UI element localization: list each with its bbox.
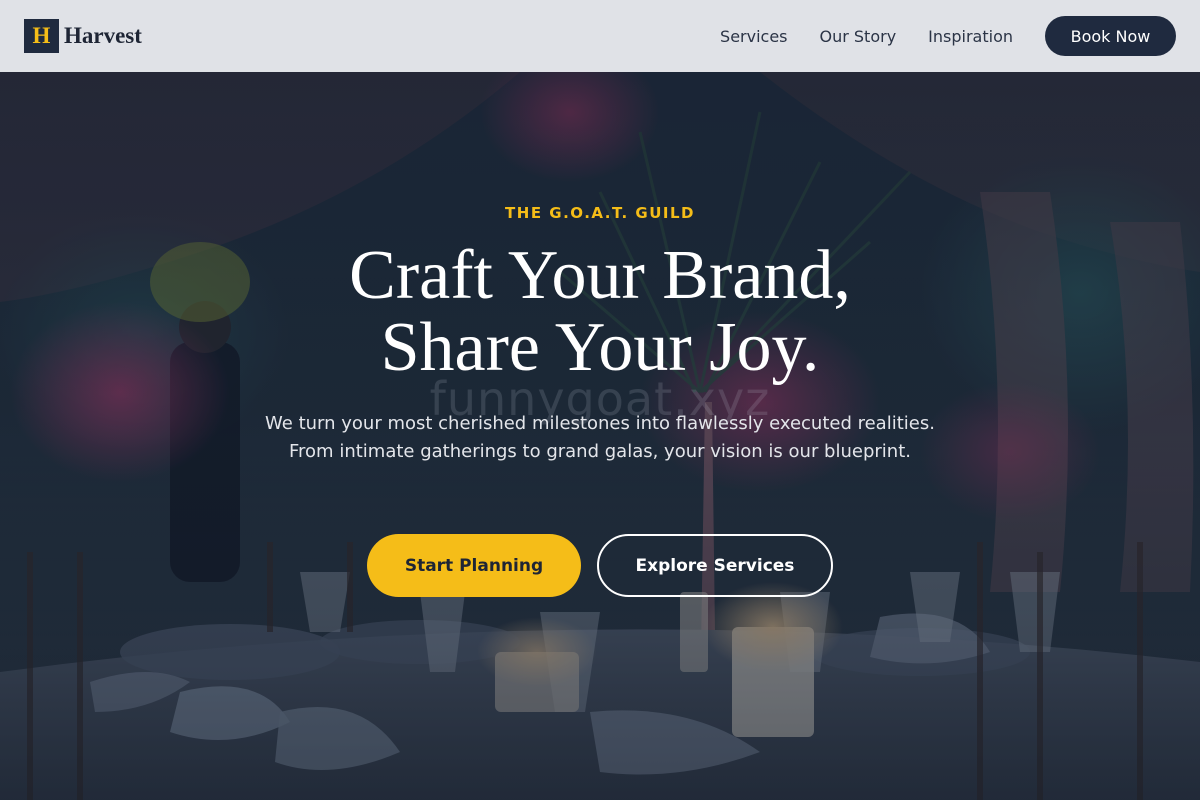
hero-eyebrow: THE G.O.A.T. GUILD — [505, 204, 695, 222]
start-planning-button[interactable]: Start Planning — [367, 534, 581, 597]
site-header: H Harvest Services Our Story Inspiration… — [0, 0, 1200, 72]
explore-services-button[interactable]: Explore Services — [597, 534, 833, 597]
book-now-button[interactable]: Book Now — [1045, 16, 1176, 56]
nav-link-services[interactable]: Services — [720, 27, 787, 46]
logo-mark: H — [24, 19, 59, 53]
nav-link-our-story[interactable]: Our Story — [820, 27, 897, 46]
main-nav: Services Our Story Inspiration Book Now — [720, 16, 1176, 56]
hero-section: THE G.O.A.T. GUILD Craft Your Brand, Sha… — [0, 72, 1200, 800]
brand-logo[interactable]: H Harvest — [24, 19, 142, 53]
nav-link-inspiration[interactable]: Inspiration — [928, 27, 1013, 46]
brand-name: Harvest — [64, 23, 142, 48]
hero-headline: Craft Your Brand, Share Your Joy. — [0, 240, 1200, 384]
hero-subtext: We turn your most cherished milestones i… — [265, 413, 935, 462]
hero-headline-line1: Craft Your Brand, — [349, 237, 851, 314]
hero-content: THE G.O.A.T. GUILD Craft Your Brand, Sha… — [0, 72, 1200, 800]
